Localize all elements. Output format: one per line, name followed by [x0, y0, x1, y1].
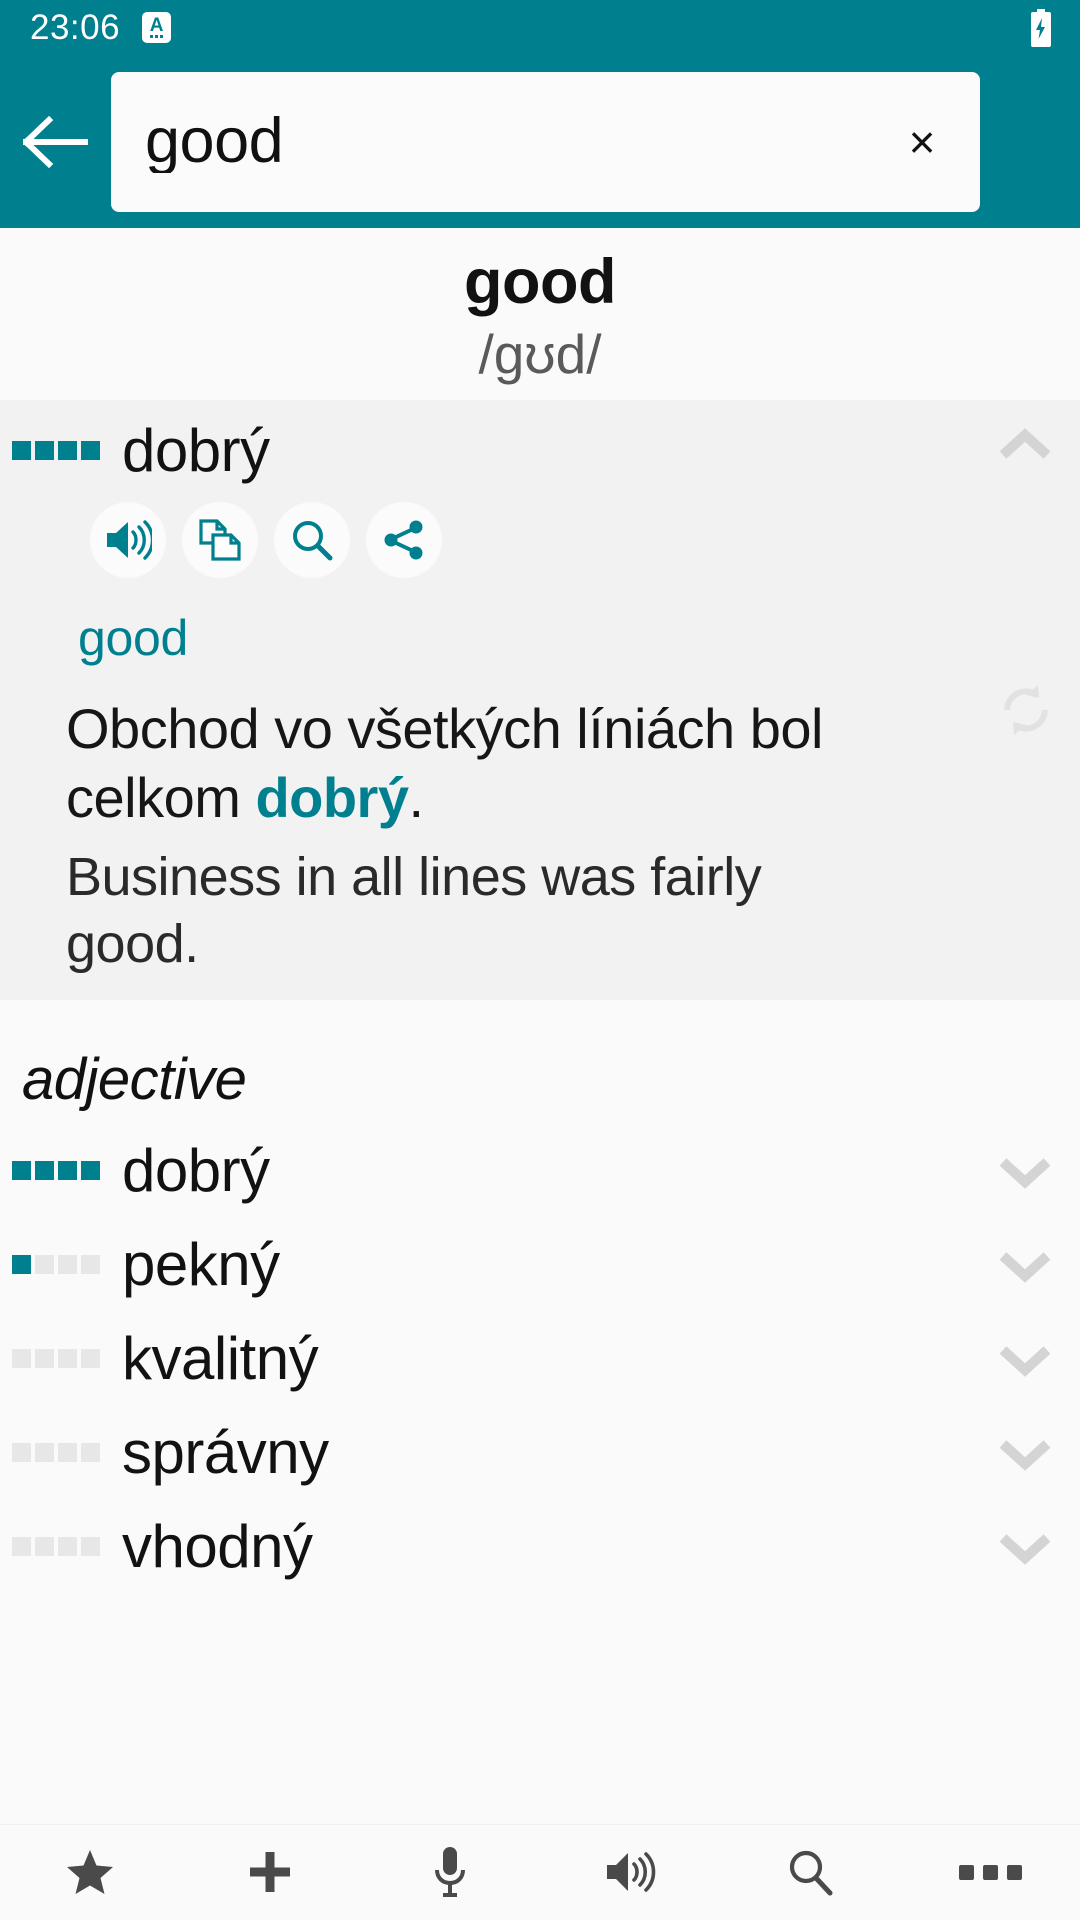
- translation-list: dobrý pekný kvalitný správny vhodný: [0, 1118, 1080, 1594]
- chevron-down-icon[interactable]: [996, 1330, 1054, 1388]
- list-item-label: vhodný: [122, 1512, 313, 1580]
- list-item-label: kvalitný: [122, 1324, 319, 1392]
- example-translation: Business in all lines was fairly good.: [66, 847, 762, 974]
- keyboard-indicator-letter: A: [149, 15, 164, 36]
- more-horizontal-icon: [958, 1864, 1022, 1880]
- frequency-indicator: [12, 1255, 100, 1275]
- expanded-sense-header[interactable]: dobrý: [0, 400, 1080, 492]
- favorites-button[interactable]: [30, 1827, 150, 1917]
- list-item[interactable]: vhodný: [0, 1500, 1080, 1594]
- chevron-down-icon[interactable]: [996, 1424, 1054, 1482]
- frequency-indicator: [12, 440, 100, 460]
- chevron-down-icon[interactable]: [996, 1518, 1054, 1576]
- speak-button[interactable]: [90, 502, 166, 578]
- search-input[interactable]: good ×: [111, 71, 980, 212]
- expanded-sense-card: dobrý good Obchod vo všetkých líniách bo…: [0, 400, 1080, 1000]
- entry-content: good /ɡʊd/ dobrý good Obchod vo všetkých…: [0, 228, 1080, 1824]
- status-time: 23:06: [30, 8, 121, 47]
- list-item-label: dobrý: [122, 1136, 270, 1204]
- copy-button[interactable]: [182, 502, 258, 578]
- chevron-down-icon[interactable]: [996, 1142, 1054, 1200]
- add-button[interactable]: [210, 1827, 330, 1917]
- list-item-label: správny: [122, 1418, 329, 1486]
- frequency-indicator: [12, 1349, 100, 1369]
- status-bar: 23:06 A: [0, 0, 1080, 55]
- headword-block: good /ɡʊd/: [0, 228, 1080, 390]
- pronunciation: /ɡʊd/: [478, 323, 602, 385]
- list-item[interactable]: pekný: [0, 1218, 1080, 1312]
- chevron-down-icon[interactable]: [996, 1236, 1054, 1294]
- bottom-toolbar: [0, 1824, 1080, 1920]
- dictionary-app: 23:06 A good × good /ɡʊd/ dobrý good Obc…: [0, 0, 1080, 1920]
- battery-charging-icon: [1028, 8, 1054, 47]
- pronounce-button[interactable]: [570, 1827, 690, 1917]
- frequency-indicator: [12, 1443, 100, 1463]
- search-button[interactable]: [274, 502, 350, 578]
- list-item-label: pekný: [122, 1230, 280, 1298]
- more-button[interactable]: [930, 1827, 1050, 1917]
- sense-action-row: [0, 502, 1080, 578]
- example-source-word[interactable]: good: [78, 608, 1010, 668]
- voice-button[interactable]: [390, 1827, 510, 1917]
- example-sentence-tail: .: [408, 766, 425, 829]
- expanded-sense-word: dobrý: [122, 416, 270, 484]
- search-bar: good ×: [0, 55, 1080, 228]
- list-item[interactable]: kvalitný: [0, 1312, 1080, 1406]
- example-sentence: Obchod vo všetkých líniách bol celkom do…: [66, 694, 896, 832]
- share-button[interactable]: [366, 502, 442, 578]
- clear-search-button[interactable]: ×: [892, 112, 952, 172]
- list-item[interactable]: správny: [0, 1406, 1080, 1500]
- page-title: good: [464, 247, 616, 317]
- frequency-indicator: [12, 1161, 100, 1181]
- search-button[interactable]: [750, 1827, 870, 1917]
- example-block: good Obchod vo všetkých líniách bol celk…: [0, 578, 1080, 978]
- part-of-speech-label: adjective: [22, 1047, 247, 1112]
- chevron-up-icon[interactable]: [996, 417, 1054, 475]
- list-item[interactable]: dobrý: [0, 1124, 1080, 1218]
- frequency-indicator: [12, 1537, 100, 1557]
- example-sentence-highlight: dobrý: [255, 766, 409, 829]
- back-arrow-icon[interactable]: [8, 94, 104, 190]
- keyboard-indicator-icon: A: [142, 12, 172, 43]
- refresh-icon[interactable]: [998, 682, 1054, 738]
- example-sentence-text: Obchod vo všetkých líniách bol celkom: [66, 697, 823, 829]
- search-input-value[interactable]: good: [145, 110, 892, 173]
